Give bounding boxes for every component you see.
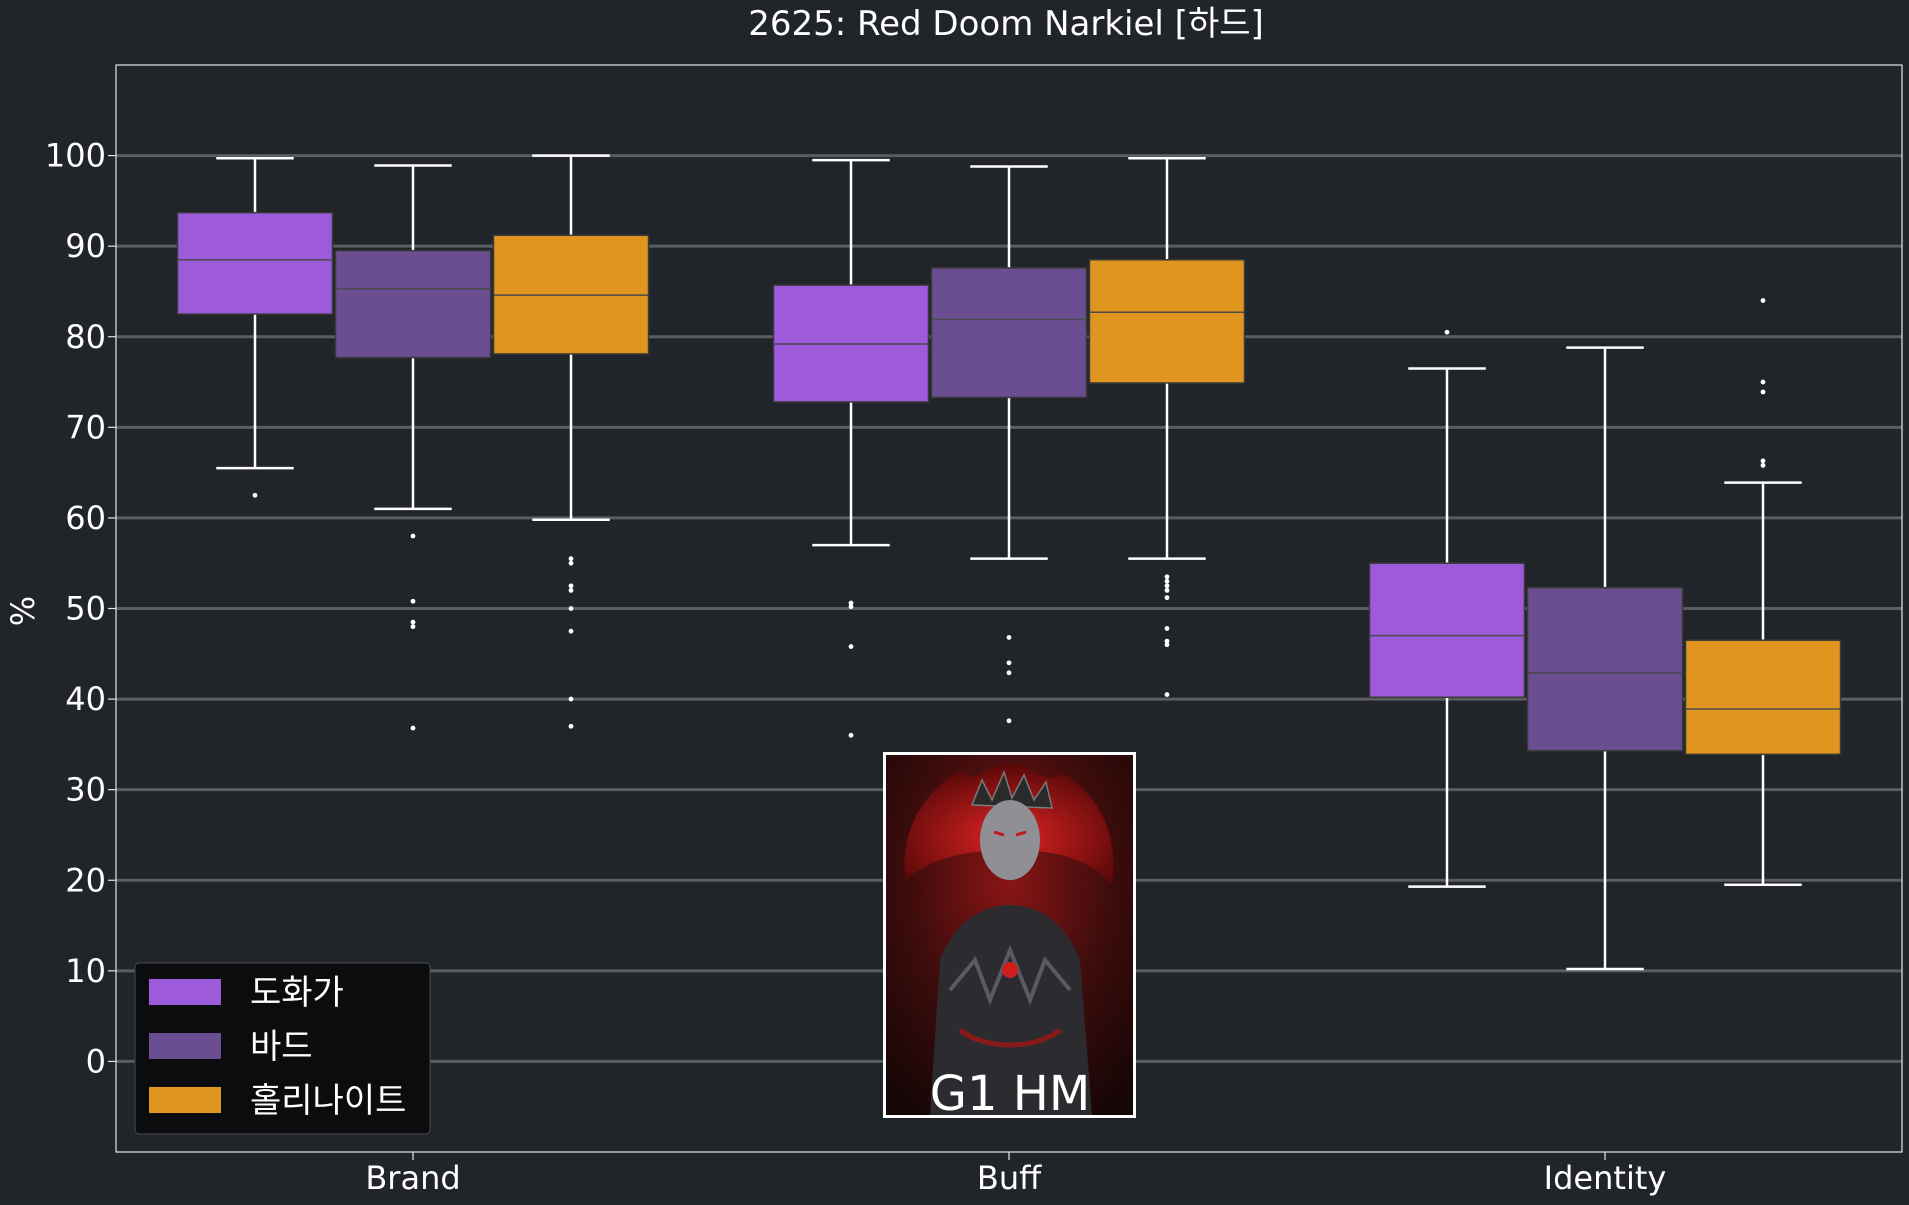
outlier-point: [1164, 587, 1170, 593]
outlier-point: [848, 644, 854, 649]
outlier-point: [1006, 718, 1012, 724]
legend-label: 도화가: [250, 973, 344, 1013]
outlier-point: [1006, 670, 1012, 676]
box-iqr: [1088, 259, 1246, 384]
y-tick-label: 10: [65, 952, 106, 990]
outlier-point: [848, 732, 854, 738]
box-iqr: [334, 249, 492, 359]
legend: 도화가바드홀리나이트: [134, 962, 431, 1135]
y-tick-label: 80: [65, 318, 106, 356]
outlier-point: [410, 624, 416, 630]
outlier-point: [1164, 626, 1170, 631]
outlier-point: [1444, 329, 1450, 335]
y-tick-label: 70: [65, 408, 106, 446]
y-axis-label: %: [4, 596, 42, 626]
outlier-point: [568, 628, 574, 634]
box-plot-chart: 2625: Red Doom Narkiel [하드] 0 10 20 30 40 50 6…: [0, 0, 1909, 1205]
outlier-point: [1164, 583, 1170, 589]
legend-label: 바드: [250, 1027, 313, 1067]
y-tick-label: 0: [86, 1042, 106, 1080]
legend-swatch: [149, 1087, 221, 1113]
outlier-point: [1164, 595, 1170, 601]
outlier-point: [1006, 635, 1012, 640]
y-tick-label: 90: [65, 227, 106, 265]
outlier-point: [1760, 458, 1766, 464]
outlier-point: [1164, 692, 1170, 697]
y-tick-label: 40: [65, 680, 106, 718]
y-tick-label: 100: [45, 137, 106, 175]
outlier-point: [410, 598, 416, 604]
outlier-point: [410, 619, 416, 625]
outlier-point: [568, 587, 574, 593]
boss-portrait-inset: G1 HM: [883, 752, 1136, 1122]
y-tick-label: 50: [65, 590, 106, 628]
x-tick-label: Brand: [365, 1159, 460, 1197]
outlier-point: [410, 725, 416, 731]
outlier-point: [1164, 578, 1170, 584]
outlier-point: [1760, 379, 1766, 385]
box-iqr: [1526, 586, 1684, 752]
outlier-point: [1164, 574, 1170, 580]
outlier-point: [568, 696, 574, 702]
y-tick-label: 30: [65, 771, 106, 809]
outlier-point: [1760, 462, 1766, 468]
outlier-point: [568, 606, 574, 611]
box-iqr: [1684, 639, 1842, 756]
y-tick-label: 20: [65, 861, 106, 899]
outlier-point: [1006, 660, 1012, 666]
outlier-point: [1164, 642, 1170, 648]
outlier-point: [1760, 298, 1766, 303]
outlier-point: [568, 556, 574, 562]
x-tick-label: Buff: [977, 1159, 1042, 1197]
legend-swatch: [149, 1033, 221, 1059]
box-iqr: [1368, 562, 1526, 699]
box-iqr: [930, 267, 1088, 399]
outlier-point: [568, 583, 574, 589]
portrait-caption: G1 HM: [930, 1066, 1091, 1122]
box-iqr: [176, 211, 334, 315]
outlier-point: [848, 604, 854, 610]
outlier-point: [568, 723, 574, 729]
outlier-point: [252, 492, 258, 498]
outlier-point: [568, 560, 574, 566]
y-tick-label: 60: [65, 499, 106, 537]
outlier-point: [1760, 389, 1766, 395]
outlier-point: [410, 533, 416, 539]
legend-label: 홀리나이트: [250, 1081, 406, 1121]
x-tick-label: Identity: [1544, 1159, 1667, 1197]
chart-title: 2625: Red Doom Narkiel [하드]: [748, 4, 1264, 44]
red-doom-narkiel-portrait-icon: [886, 755, 1133, 1115]
legend-swatch: [149, 979, 221, 1005]
